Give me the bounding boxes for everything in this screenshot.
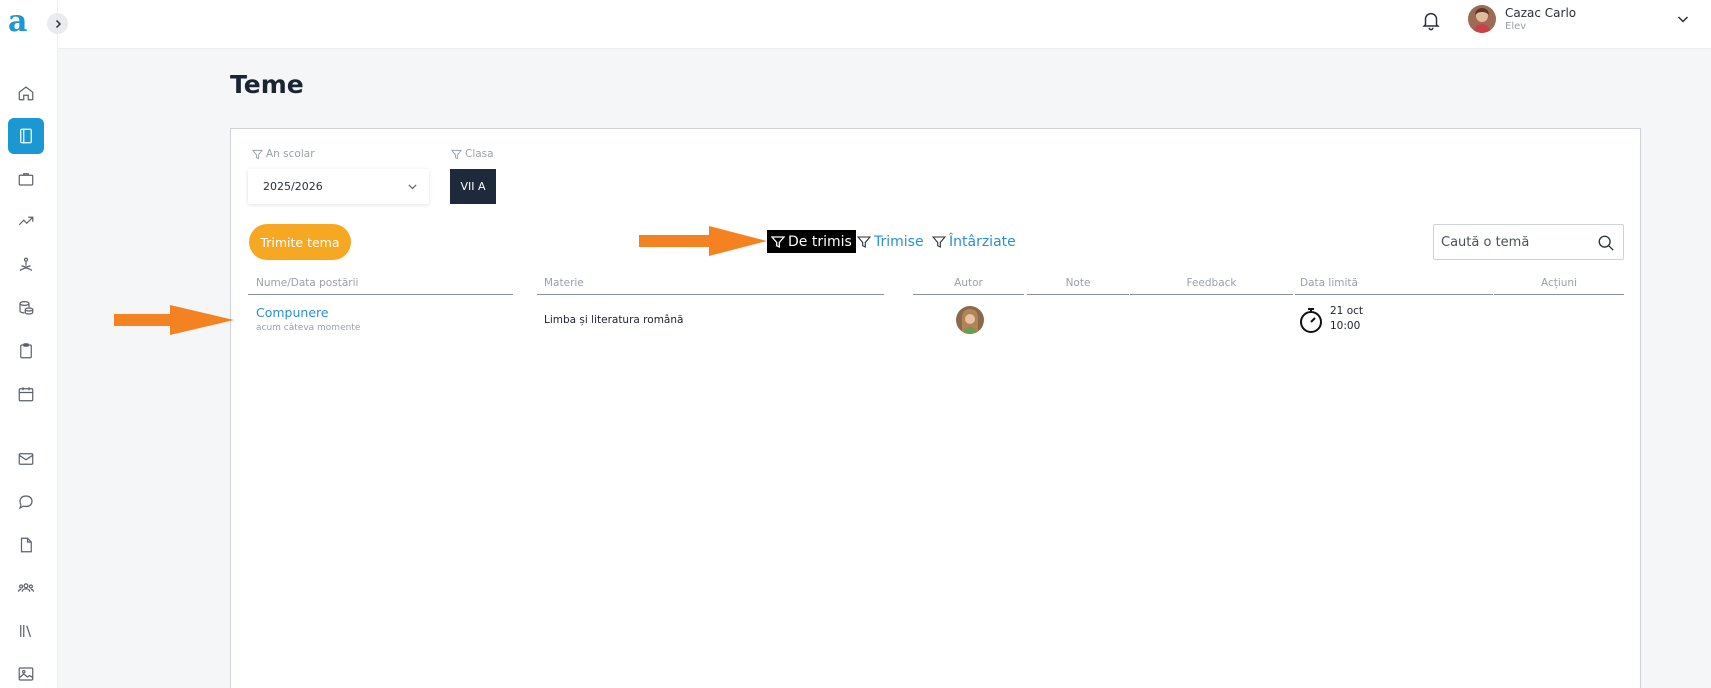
user-role: Elev [1505, 21, 1527, 32]
trending-up-icon [18, 216, 34, 226]
sidebar-expand-button[interactable] [47, 13, 68, 34]
top-bar: Cazac Carlo Elev [58, 0, 1711, 49]
clipboard-icon [20, 343, 32, 359]
homework-panel: An scolar 2025/2026 Clasa VII A Trimite … [230, 128, 1641, 688]
filter-icon [932, 235, 946, 248]
sidebar-item-groups[interactable] [8, 570, 44, 606]
chevron-down-icon [408, 184, 417, 190]
column-header-subject: Materie [537, 277, 884, 295]
tab-sent[interactable]: Trimise [857, 230, 924, 253]
sidebar-item-tests[interactable] [8, 333, 44, 369]
user-avatar[interactable] [1468, 5, 1496, 33]
task-subject: Limba și literatura română [544, 314, 684, 326]
year-select[interactable]: 2025/2026 [248, 169, 429, 204]
sidebar-item-data[interactable] [8, 290, 44, 326]
database-icon [19, 301, 34, 315]
sidebar-item-calendar[interactable] [8, 376, 44, 412]
column-header-deadline: Data limită [1295, 277, 1493, 295]
column-header-name: Nume/Data postării [248, 277, 513, 295]
sidebar-item-chat[interactable] [8, 484, 44, 520]
app-logo[interactable]: a [8, 4, 27, 40]
class-chip[interactable]: VII A [450, 169, 496, 204]
search-input[interactable] [1441, 234, 1591, 250]
meditation-icon [19, 257, 33, 271]
sidebar-item-home[interactable] [8, 75, 44, 111]
mail-icon [18, 453, 34, 465]
sidebar-item-activities[interactable] [8, 247, 44, 283]
image-icon [18, 667, 34, 681]
page-title: Teme [230, 70, 304, 99]
search-icon[interactable] [1597, 234, 1615, 252]
author-avatar [956, 306, 984, 334]
sidebar-item-documents[interactable] [8, 527, 44, 563]
chevron-right-icon [55, 19, 61, 28]
task-posted-time: acum câteva momente [256, 323, 361, 333]
filter-icon [451, 149, 462, 159]
book-icon [20, 128, 32, 144]
filter-icon [252, 149, 263, 159]
search-box [1433, 224, 1624, 260]
column-header-grades: Note [1027, 277, 1129, 295]
tab-late[interactable]: Întârziate [932, 230, 1016, 253]
library-icon [20, 625, 32, 638]
calendar-icon [18, 387, 34, 402]
chevron-down-icon[interactable] [1675, 11, 1691, 27]
users-icon [17, 583, 35, 592]
send-homework-button[interactable]: Trimite tema [249, 224, 351, 260]
sidebar-item-progress[interactable] [8, 203, 44, 239]
column-header-author: Autor [913, 277, 1024, 295]
annotation-arrow [114, 305, 234, 335]
chat-icon [18, 495, 33, 510]
tab-to-send[interactable]: De trimis [767, 230, 856, 253]
filter-icon [771, 235, 785, 248]
sidebar-item-homework[interactable] [8, 118, 44, 154]
sidebar-item-library[interactable] [8, 613, 44, 649]
deadline-date: 21 oct [1330, 305, 1364, 317]
briefcase-icon [18, 173, 34, 186]
user-name: Cazac Carlo [1505, 6, 1577, 20]
filter-icon [857, 235, 871, 248]
task-name-link[interactable]: Compunere [256, 305, 329, 320]
column-header-actions: Acțiuni [1494, 277, 1624, 295]
bell-icon[interactable] [1420, 9, 1442, 31]
class-filter-label: Clasa [451, 148, 494, 160]
sidebar: a [0, 0, 58, 688]
sidebar-item-mail[interactable] [8, 441, 44, 477]
stopwatch-icon [1300, 308, 1322, 333]
deadline-time: 10:00 [1330, 320, 1361, 332]
file-icon [20, 537, 32, 553]
annotation-arrow [639, 226, 767, 256]
column-header-feedback: Feedback [1130, 277, 1293, 295]
year-filter-label: An scolar [252, 148, 315, 160]
sidebar-item-gallery[interactable] [8, 656, 44, 688]
sidebar-item-portfolio[interactable] [8, 161, 44, 197]
home-icon [18, 86, 34, 101]
